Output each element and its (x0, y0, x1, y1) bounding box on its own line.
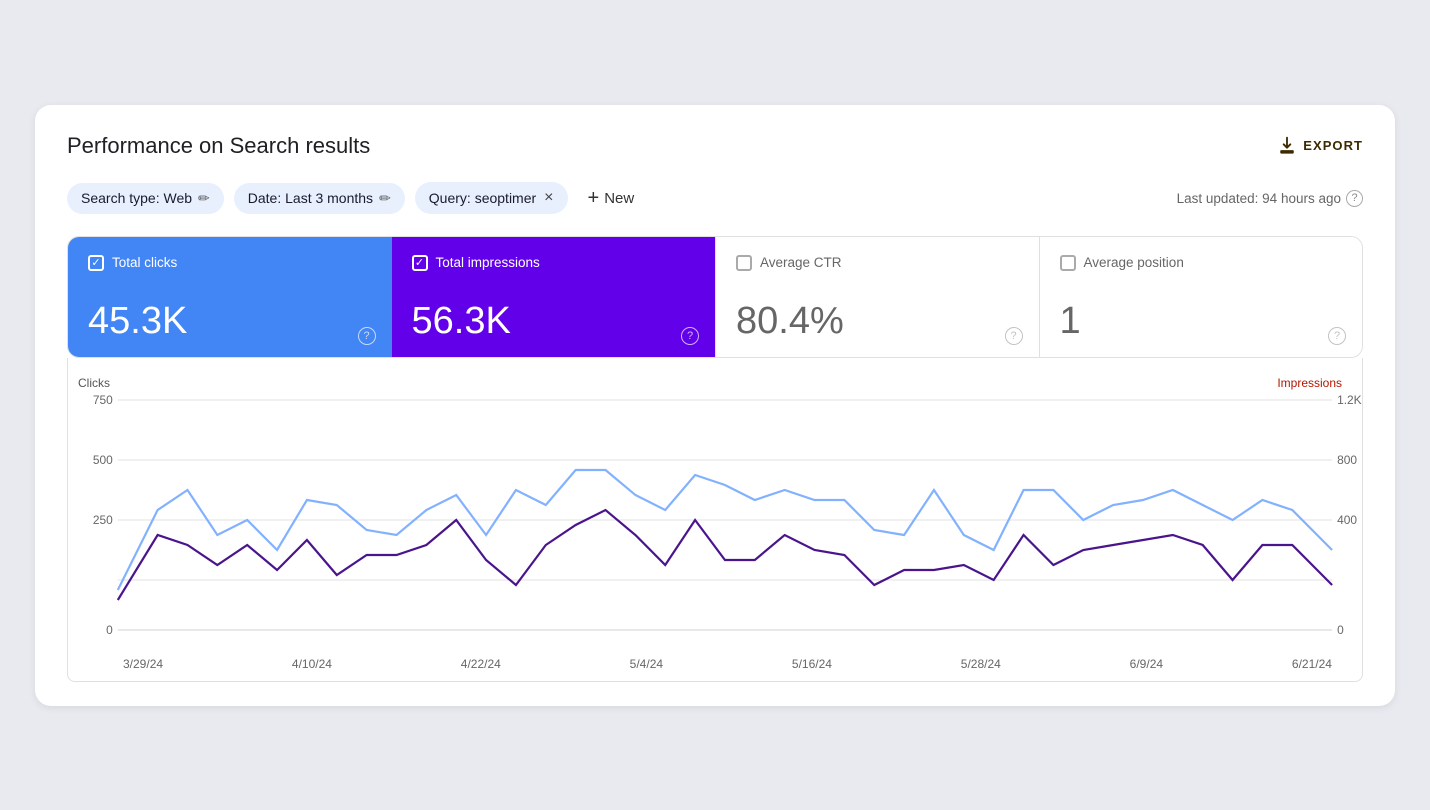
metric-label-text: Total impressions (436, 255, 540, 270)
new-filter-button[interactable]: + New (578, 181, 645, 216)
metric-label: Total impressions (412, 255, 696, 271)
search-type-filter[interactable]: Search type: Web ✏ (67, 183, 224, 214)
metric-avg-position[interactable]: Average position 1 ? (1039, 237, 1363, 357)
main-card: Performance on Search results EXPORT Sea… (35, 105, 1395, 706)
new-label: New (604, 190, 634, 207)
metrics-row: Total clicks 45.3K ? Total impressions 5… (67, 236, 1363, 358)
checkbox-position[interactable] (1060, 255, 1076, 271)
metric-value-position: 1 (1060, 301, 1343, 343)
chart-container: Clicks Impressions 750 500 250 0 1.2K 80… (67, 358, 1363, 682)
page-title: Performance on Search results (67, 133, 370, 159)
chart-svg-wrapper: 750 500 250 0 1.2K 800 400 0 (78, 390, 1352, 655)
svg-text:1.2K: 1.2K (1337, 392, 1362, 406)
help-icon-ctr[interactable]: ? (1005, 327, 1023, 345)
svg-text:0: 0 (106, 622, 113, 636)
metric-value-clicks: 45.3K (88, 301, 372, 343)
edit-icon-date: ✏ (379, 190, 391, 207)
plus-icon: + (588, 187, 600, 210)
clicks-line (118, 470, 1332, 590)
svg-text:750: 750 (93, 392, 113, 406)
export-button[interactable]: EXPORT (1277, 136, 1363, 156)
query-filter[interactable]: Query: seoptimer × (415, 182, 568, 214)
metric-value-ctr: 80.4% (736, 301, 1019, 343)
header: Performance on Search results EXPORT (67, 133, 1363, 159)
x-label-7: 6/9/24 (1130, 657, 1163, 671)
metric-label: Average CTR (736, 255, 1019, 271)
svg-text:800: 800 (1337, 452, 1357, 466)
metric-avg-ctr[interactable]: Average CTR 80.4% ? (715, 237, 1039, 357)
help-icon-clicks[interactable]: ? (358, 327, 376, 345)
performance-chart: 750 500 250 0 1.2K 800 400 0 (78, 390, 1352, 650)
x-axis-labels: 3/29/24 4/10/24 4/22/24 5/4/24 5/16/24 5… (78, 655, 1352, 681)
x-label-4: 5/4/24 (630, 657, 663, 671)
x-label-6: 5/28/24 (961, 657, 1001, 671)
export-icon (1277, 136, 1297, 156)
svg-text:500: 500 (93, 452, 113, 466)
date-label: Date: Last 3 months (248, 190, 373, 206)
close-icon[interactable]: × (544, 189, 553, 207)
svg-text:0: 0 (1337, 622, 1344, 636)
metric-label-text: Average CTR (760, 255, 842, 270)
metric-label-text: Average position (1084, 255, 1184, 270)
metric-total-impressions[interactable]: Total impressions 56.3K ? (392, 237, 716, 357)
metric-label: Total clicks (88, 255, 372, 271)
x-label-1: 3/29/24 (123, 657, 163, 671)
help-icon[interactable]: ? (1346, 190, 1363, 207)
x-label-3: 4/22/24 (461, 657, 501, 671)
last-updated: Last updated: 94 hours ago ? (1177, 190, 1363, 207)
x-label-8: 6/21/24 (1292, 657, 1332, 671)
checkbox-impressions[interactable] (412, 255, 428, 271)
checkbox-clicks[interactable] (88, 255, 104, 271)
checkbox-ctr[interactable] (736, 255, 752, 271)
help-icon-impressions[interactable]: ? (681, 327, 699, 345)
metric-label: Average position (1060, 255, 1343, 271)
export-label: EXPORT (1303, 138, 1363, 153)
query-label: Query: seoptimer (429, 190, 536, 206)
chart-right-label: Impressions (1277, 376, 1342, 390)
x-label-2: 4/10/24 (292, 657, 332, 671)
metric-label-text: Total clicks (112, 255, 177, 270)
search-type-label: Search type: Web (81, 190, 192, 206)
metric-total-clicks[interactable]: Total clicks 45.3K ? (68, 237, 392, 357)
filters-bar: Search type: Web ✏ Date: Last 3 months ✏… (67, 181, 1363, 216)
last-updated-text: Last updated: 94 hours ago (1177, 191, 1341, 206)
metric-value-impressions: 56.3K (412, 301, 696, 343)
svg-text:400: 400 (1337, 512, 1357, 526)
impressions-line (118, 510, 1332, 600)
x-label-5: 5/16/24 (792, 657, 832, 671)
chart-axis-labels: Clicks Impressions (78, 376, 1352, 390)
help-icon-position[interactable]: ? (1328, 327, 1346, 345)
date-filter[interactable]: Date: Last 3 months ✏ (234, 183, 405, 214)
chart-left-label: Clicks (78, 376, 110, 390)
svg-text:250: 250 (93, 512, 113, 526)
edit-icon: ✏ (198, 190, 210, 207)
